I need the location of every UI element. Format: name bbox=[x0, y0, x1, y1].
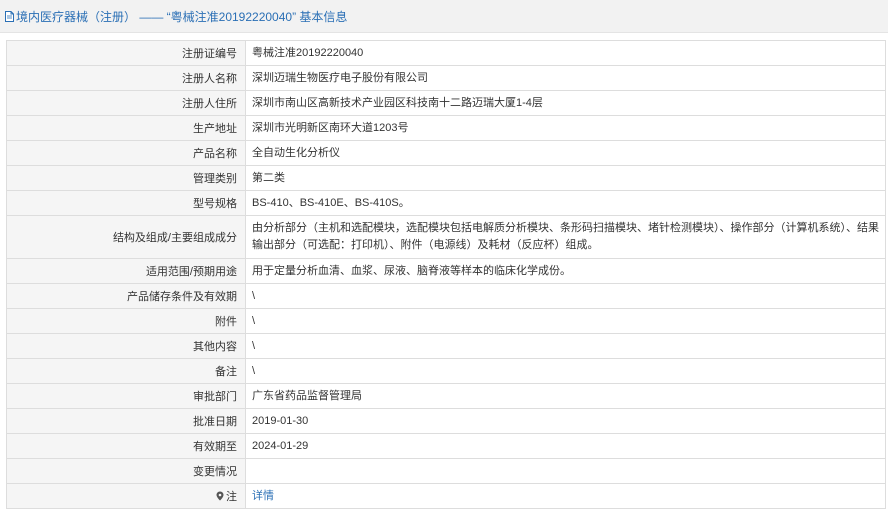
row-value: \ bbox=[245, 283, 886, 309]
table-row-note: 注 详情 bbox=[6, 483, 886, 509]
row-label: 审批部门 bbox=[6, 383, 246, 409]
row-label: 型号规格 bbox=[6, 190, 246, 216]
row-value: 深圳市南山区高新技术产业园区科技南十二路迈瑞大厦1-4层 bbox=[245, 90, 886, 116]
table-row: 注册人名称 深圳迈瑞生物医疗电子股份有限公司 bbox=[6, 65, 886, 91]
table-row: 适用范围/预期用途 用于定量分析血清、血浆、尿液、脑脊液等样本的临床化学成份。 bbox=[6, 258, 886, 284]
page-title: 境内医疗器械（注册） —— “粤械注准20192220040” 基本信息 bbox=[16, 9, 348, 24]
table-row: 变更情况 bbox=[6, 458, 886, 484]
row-value bbox=[245, 458, 886, 484]
row-value: 深圳市光明新区南环大道1203号 bbox=[245, 115, 886, 141]
row-label: 结构及组成/主要组成成分 bbox=[6, 215, 246, 259]
row-value: \ bbox=[245, 333, 886, 359]
table-row: 注册人住所 深圳市南山区高新技术产业园区科技南十二路迈瑞大厦1-4层 bbox=[6, 90, 886, 116]
row-value: 粤械注准20192220040 bbox=[245, 40, 886, 66]
row-label: 产品名称 bbox=[6, 140, 246, 166]
table-row: 审批部门 广东省药品监督管理局 bbox=[6, 383, 886, 409]
table-row: 其他内容 \ bbox=[6, 333, 886, 359]
table-row: 批准日期 2019-01-30 bbox=[6, 408, 886, 434]
row-label: 其他内容 bbox=[6, 333, 246, 359]
note-label: 注 bbox=[226, 491, 237, 503]
table-row: 管理类别 第二类 bbox=[6, 165, 886, 191]
table-row: 产品名称 全自动生化分析仪 bbox=[6, 140, 886, 166]
row-label: 产品储存条件及有效期 bbox=[6, 283, 246, 309]
row-value: BS-410、BS-410E、BS-410S。 bbox=[245, 190, 886, 216]
row-label: 有效期至 bbox=[6, 433, 246, 459]
table-row: 有效期至 2024-01-29 bbox=[6, 433, 886, 459]
row-value: 广东省药品监督管理局 bbox=[245, 383, 886, 409]
table-row: 型号规格 BS-410、BS-410E、BS-410S。 bbox=[6, 190, 886, 216]
row-label: 变更情况 bbox=[6, 458, 246, 484]
row-value: 全自动生化分析仪 bbox=[245, 140, 886, 166]
row-value: 第二类 bbox=[245, 165, 886, 191]
table-row: 结构及组成/主要组成成分 由分析部分（主机和选配模块，选配模块包括电解质分析模块… bbox=[6, 215, 886, 259]
note-value: 详情 bbox=[245, 483, 886, 509]
row-value: 2024-01-29 bbox=[245, 433, 886, 459]
row-label: 注册人住所 bbox=[6, 90, 246, 116]
row-value: 由分析部分（主机和选配模块，选配模块包括电解质分析模块、条形码扫描模块、堵针检测… bbox=[245, 215, 886, 259]
row-label: 备注 bbox=[6, 358, 246, 384]
pin-icon bbox=[216, 491, 224, 501]
document-icon bbox=[5, 10, 14, 22]
row-value: 2019-01-30 bbox=[245, 408, 886, 434]
row-value: 用于定量分析血清、血浆、尿液、脑脊液等样本的临床化学成份。 bbox=[245, 258, 886, 284]
table-row: 注册证编号 粤械注准20192220040 bbox=[6, 40, 886, 66]
row-label: 管理类别 bbox=[6, 165, 246, 191]
row-value: \ bbox=[245, 308, 886, 334]
row-value: 深圳迈瑞生物医疗电子股份有限公司 bbox=[245, 65, 886, 91]
row-label: 生产地址 bbox=[6, 115, 246, 141]
info-table: 注册证编号 粤械注准20192220040 注册人名称 深圳迈瑞生物医疗电子股份… bbox=[6, 40, 886, 509]
table-row: 产品储存条件及有效期 \ bbox=[6, 283, 886, 309]
row-label: 注册人名称 bbox=[6, 65, 246, 91]
details-link[interactable]: 详情 bbox=[252, 490, 274, 502]
note-label-cell: 注 bbox=[6, 483, 246, 509]
table-row: 附件 \ bbox=[6, 308, 886, 334]
row-label: 批准日期 bbox=[6, 408, 246, 434]
row-label: 注册证编号 bbox=[6, 40, 246, 66]
row-label: 适用范围/预期用途 bbox=[6, 258, 246, 284]
row-label: 附件 bbox=[6, 308, 246, 334]
table-row: 备注 \ bbox=[6, 358, 886, 384]
table-row: 生产地址 深圳市光明新区南环大道1203号 bbox=[6, 115, 886, 141]
row-value: \ bbox=[245, 358, 886, 384]
page-header: 境内医疗器械（注册） —— “粤械注准20192220040” 基本信息 bbox=[0, 0, 888, 33]
